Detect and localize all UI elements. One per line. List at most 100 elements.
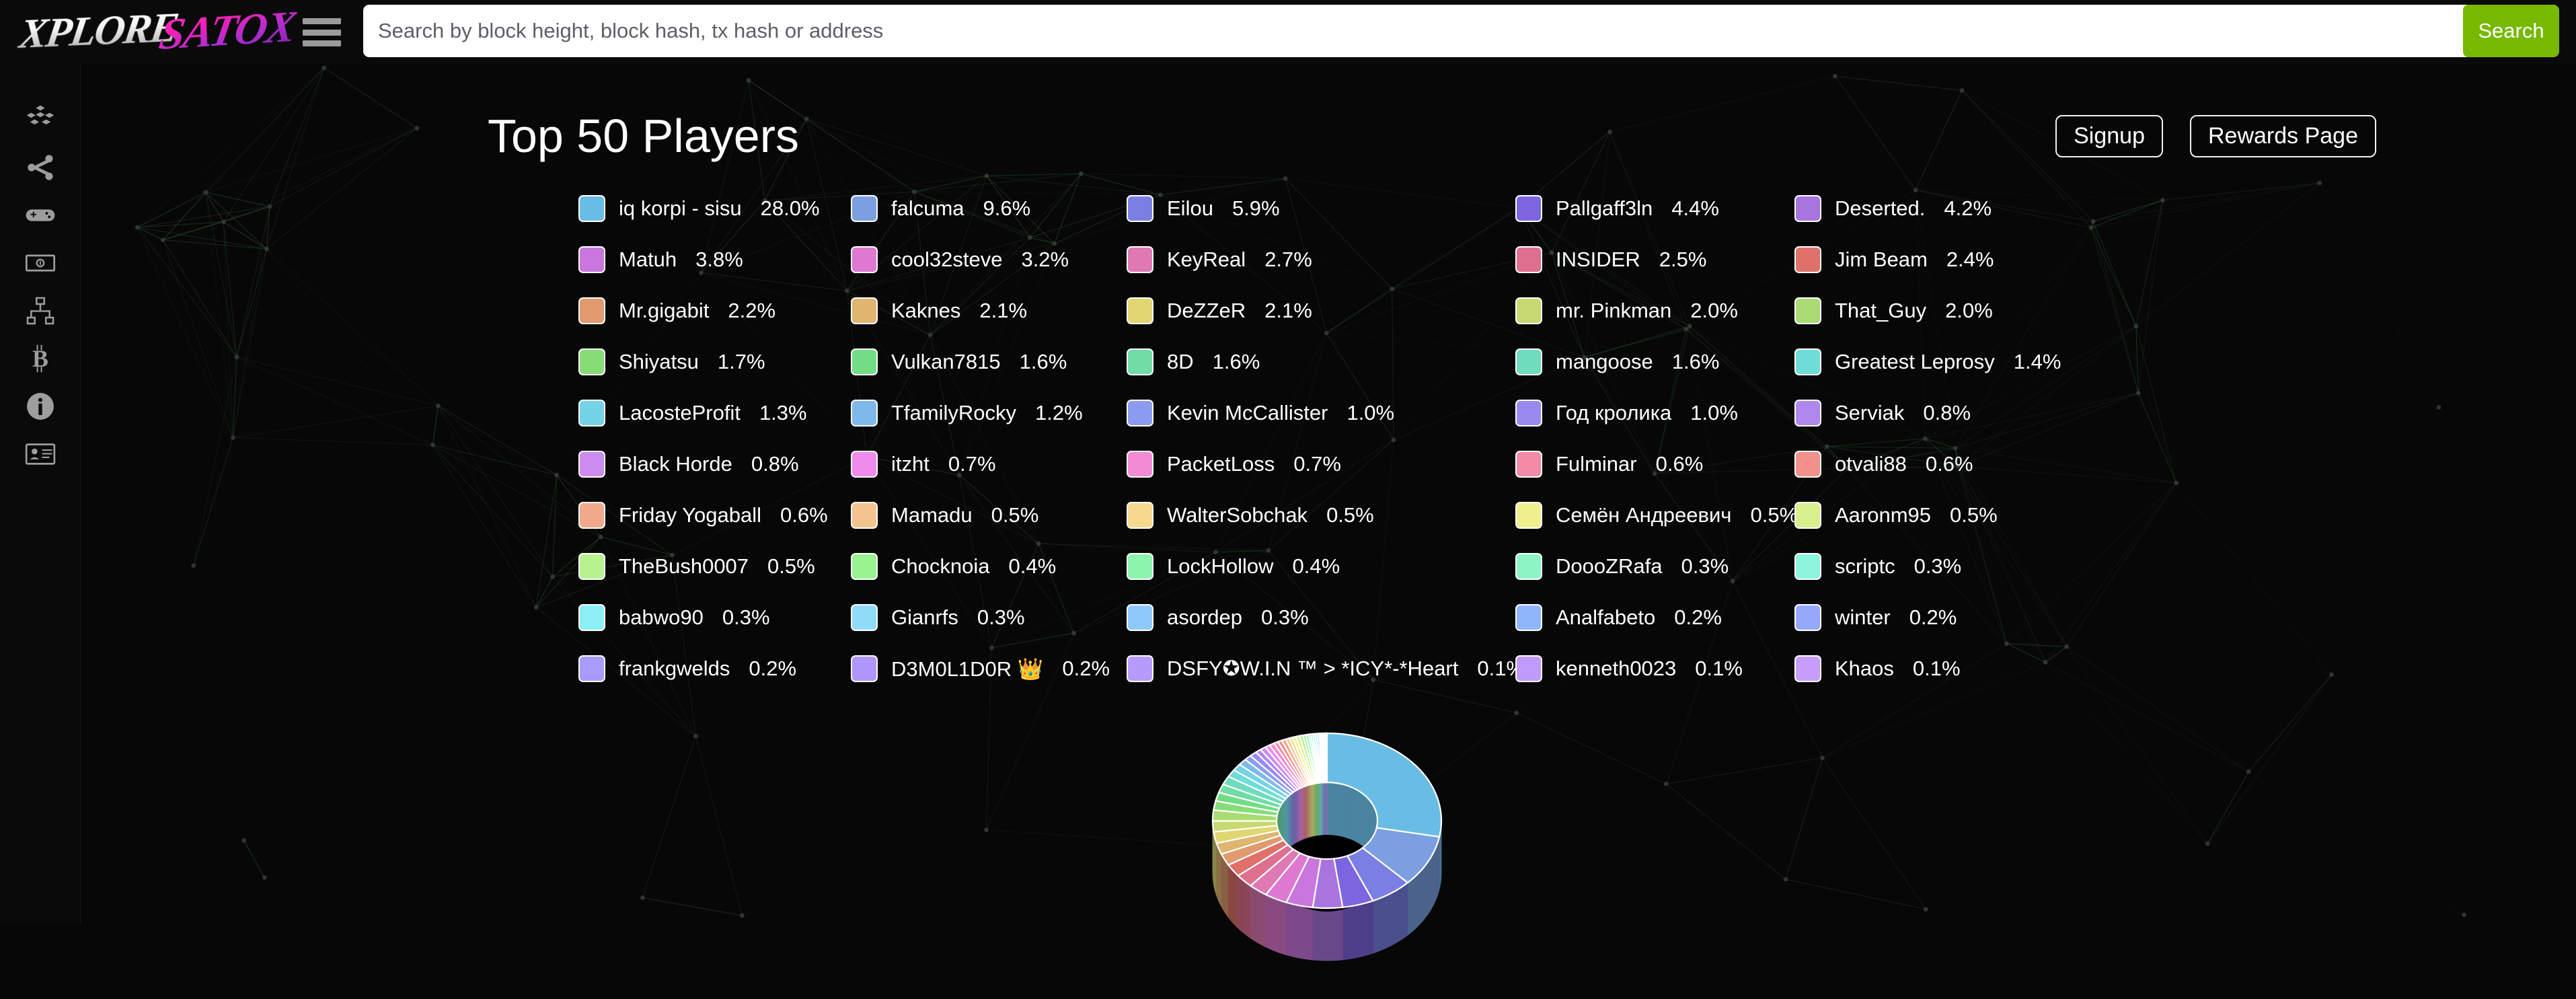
legend-item[interactable]: iq korpi - sisu28.0% bbox=[578, 183, 828, 234]
legend-item[interactable]: mangoose1.6% bbox=[1515, 336, 1798, 387]
sidebar-item-games[interactable] bbox=[0, 193, 81, 241]
search-input[interactable] bbox=[363, 5, 2463, 57]
legend-color-swatch bbox=[578, 246, 605, 273]
sidebar-item-info[interactable] bbox=[0, 384, 81, 432]
legend-item[interactable]: DeZZeR2.1% bbox=[1127, 285, 1525, 336]
legend-player-name: TfamilyRocky bbox=[891, 401, 1016, 425]
legend-item[interactable]: Mamadu0.5% bbox=[851, 490, 1110, 541]
legend-item[interactable]: Deserted.4.2% bbox=[1794, 183, 2061, 234]
donut-segment-side bbox=[1280, 901, 1283, 955]
legend-player-percent: 28.0% bbox=[761, 196, 820, 221]
legend-item[interactable]: otvali880.6% bbox=[1794, 439, 2061, 490]
legend-player-name: itzht bbox=[891, 452, 930, 476]
legend-item[interactable]: Год кролика1.0% bbox=[1515, 387, 1798, 439]
legend-player-name: mr. Pinkman bbox=[1556, 299, 1671, 323]
donut-segment-side bbox=[1263, 893, 1266, 947]
donut-segment-side bbox=[1260, 891, 1263, 945]
legend-color-swatch bbox=[1794, 502, 1821, 529]
legend-item[interactable]: Pallgaff3ln4.4% bbox=[1515, 183, 1798, 234]
legend-item[interactable]: Vulkan78151.6% bbox=[851, 336, 1110, 387]
legend-item[interactable]: Friday Yogaball0.6% bbox=[578, 490, 828, 541]
legend-player-name: Jim Beam bbox=[1835, 248, 1928, 272]
donut-segment-side bbox=[1310, 907, 1313, 960]
hamburger-menu-icon[interactable] bbox=[303, 16, 343, 48]
search-button[interactable]: Search bbox=[2463, 5, 2559, 57]
legend-player-name: Shiyatsu bbox=[619, 350, 699, 374]
donut-segment-side bbox=[1386, 894, 1389, 948]
sidebar-item-sitemap[interactable] bbox=[0, 289, 81, 336]
legend-color-swatch bbox=[578, 400, 605, 427]
sidebar-item-blocks[interactable] bbox=[0, 98, 81, 145]
legend-item[interactable]: Gianrfs0.3% bbox=[851, 592, 1110, 643]
legend-player-name: PacketLoss bbox=[1167, 452, 1275, 476]
legend-color-swatch bbox=[1515, 246, 1542, 273]
sidebar-item-money[interactable] bbox=[0, 241, 81, 289]
legend-item[interactable]: That_Guy2.0% bbox=[1794, 285, 2061, 336]
donut-segment-side bbox=[1241, 878, 1243, 932]
sidebar-item-network[interactable] bbox=[0, 145, 81, 193]
legend-item[interactable]: Eilou5.9% bbox=[1127, 183, 1525, 234]
legend-item[interactable]: itzht0.7% bbox=[851, 439, 1110, 490]
top-bar: XPLORE SATOX Search bbox=[0, 0, 2576, 64]
legend-item[interactable]: 8D1.6% bbox=[1127, 336, 1525, 387]
donut-segment-side bbox=[1332, 908, 1336, 961]
legend-item[interactable]: asordep0.3% bbox=[1127, 592, 1525, 643]
legend-item[interactable]: Chocknoia0.4% bbox=[851, 541, 1110, 592]
donut-segment-side bbox=[1271, 897, 1273, 951]
legend-item[interactable]: Jim Beam2.4% bbox=[1794, 234, 2061, 285]
legend-item[interactable]: kenneth00230.1% bbox=[1515, 643, 1798, 694]
legend-item[interactable]: DoooZRafa0.3% bbox=[1515, 541, 1798, 592]
legend-player-percent: 0.6% bbox=[1656, 452, 1704, 476]
legend-color-swatch bbox=[851, 246, 878, 273]
legend-item[interactable]: LacosteProfit1.3% bbox=[578, 387, 828, 439]
legend-item[interactable]: Khaos0.1% bbox=[1794, 643, 2061, 694]
legend-item[interactable]: Shiyatsu1.7% bbox=[578, 336, 828, 387]
donut-segment-side bbox=[1415, 875, 1417, 929]
legend-item[interactable]: TfamilyRocky1.2% bbox=[851, 387, 1110, 439]
legend-color-swatch bbox=[1794, 655, 1821, 682]
legend-item[interactable]: Mr.gigabit2.2% bbox=[578, 285, 828, 336]
legend-player-percent: 0.2% bbox=[1674, 605, 1722, 630]
legend-item[interactable]: Greatest Leprosy1.4% bbox=[1794, 336, 2061, 387]
legend-item[interactable]: Serviak0.8% bbox=[1794, 387, 2061, 439]
legend-item[interactable]: Matuh3.8% bbox=[578, 234, 828, 285]
legend-item[interactable]: Fulminar0.6% bbox=[1515, 439, 1798, 490]
legend-item[interactable]: frankgwelds0.2% bbox=[578, 643, 828, 694]
legend-item[interactable]: cool32steve3.2% bbox=[851, 234, 1110, 285]
legend-item[interactable]: WalterSobchak0.5% bbox=[1127, 490, 1525, 541]
legend-item[interactable]: Семён Андреевич0.5% bbox=[1515, 490, 1798, 541]
legend-player-percent: 4.2% bbox=[1944, 196, 1992, 221]
legend-player-percent: 0.2% bbox=[749, 657, 796, 681]
legend-item[interactable]: TheBush00070.5% bbox=[578, 541, 828, 592]
donut-segment-side bbox=[1287, 902, 1290, 955]
sidebar-item-bitcoin[interactable]: B bbox=[0, 336, 81, 384]
legend-item[interactable]: PacketLoss0.7% bbox=[1127, 439, 1525, 490]
legend-player-percent: 1.0% bbox=[1347, 401, 1394, 425]
legend-item[interactable]: winter0.2% bbox=[1794, 592, 2061, 643]
donut-segment-side bbox=[1246, 882, 1248, 936]
donut-segment-side bbox=[1370, 901, 1373, 955]
legend-item[interactable]: LockHollow0.4% bbox=[1127, 541, 1525, 592]
app-logo[interactable]: XPLORE SATOX bbox=[20, 1, 242, 61]
legend-player-percent: 1.3% bbox=[759, 401, 807, 425]
legend-item[interactable]: Kevin McCallister1.0% bbox=[1127, 387, 1525, 439]
legend-item[interactable]: babwo900.3% bbox=[578, 592, 828, 643]
sidebar-item-idcard[interactable] bbox=[0, 432, 81, 480]
legend-player-percent: 0.3% bbox=[1914, 554, 1962, 579]
legend-item[interactable]: mr. Pinkman2.0% bbox=[1515, 285, 1798, 336]
legend-item[interactable]: falcuma9.6% bbox=[851, 183, 1110, 234]
donut-segment[interactable] bbox=[1326, 733, 1327, 782]
legend-item[interactable]: INSIDER2.5% bbox=[1515, 234, 1798, 285]
signup-button[interactable]: Signup bbox=[2055, 115, 2163, 157]
legend-item[interactable]: D3M0L1D0R 👑0.2% bbox=[851, 643, 1110, 694]
rewards-page-button[interactable]: Rewards Page bbox=[2190, 115, 2376, 157]
legend-item[interactable]: Analfabeto0.2% bbox=[1515, 592, 1798, 643]
donut-segment-side bbox=[1377, 898, 1381, 952]
donut-segment-side bbox=[1363, 903, 1367, 956]
legend-item[interactable]: KeyReal2.7% bbox=[1127, 234, 1525, 285]
legend-item[interactable]: Aaronm950.5% bbox=[1794, 490, 2061, 541]
legend-item[interactable]: DSFY✪W.I.N ™ > *ICY*-*Heart0.1% bbox=[1127, 643, 1525, 694]
legend-item[interactable]: Kaknes2.1% bbox=[851, 285, 1110, 336]
legend-item[interactable]: scriptc0.3% bbox=[1794, 541, 2061, 592]
legend-item[interactable]: Black Horde0.8% bbox=[578, 439, 828, 490]
